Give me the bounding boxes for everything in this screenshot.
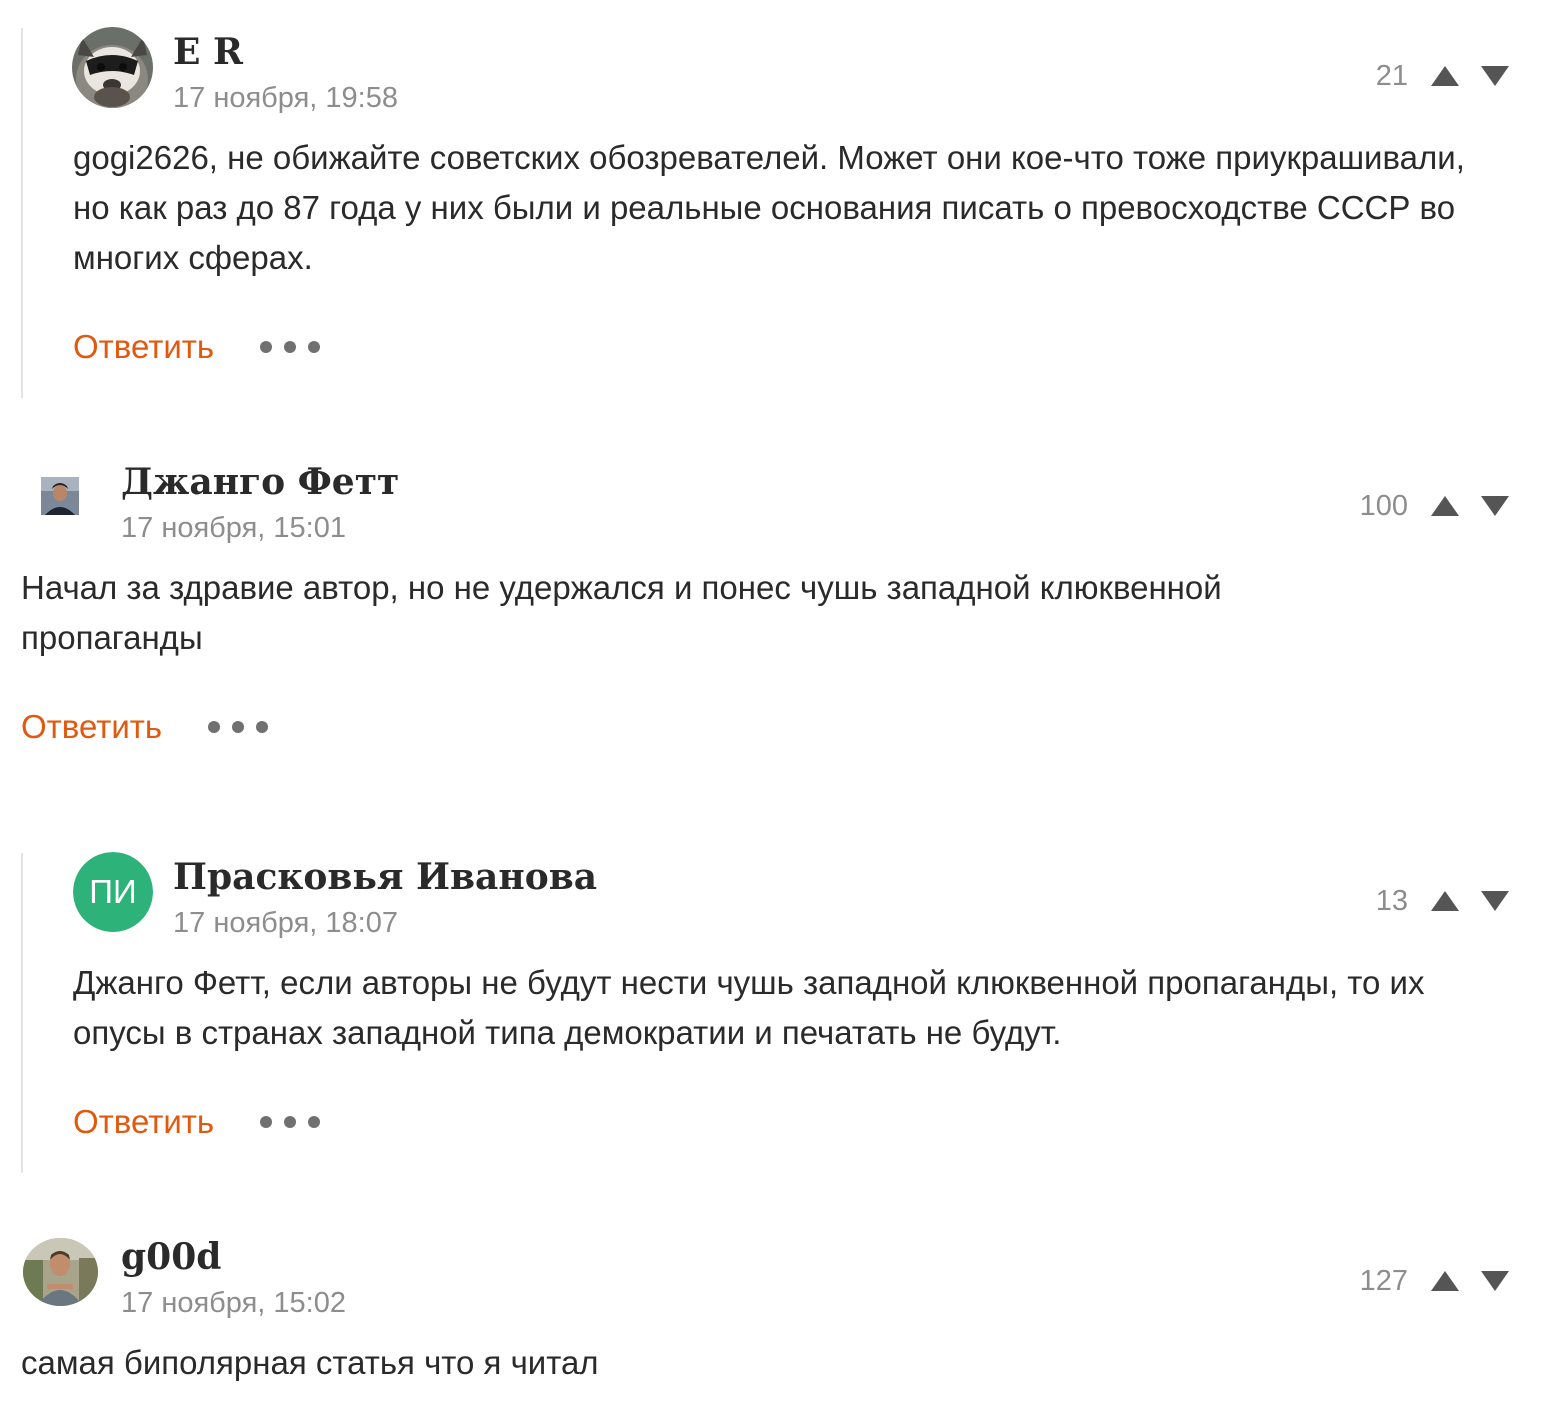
raccoon-photo-avatar-icon (72, 27, 153, 108)
vote-score: 21 (1375, 60, 1408, 92)
man-photo-avatar-icon (41, 477, 79, 515)
downvote-icon[interactable] (1480, 65, 1510, 87)
vote-score: 13 (1375, 885, 1408, 917)
comment-text: самая биполярная статья что я читал (21, 1344, 599, 1381)
upvote-icon[interactable] (1430, 890, 1460, 912)
thread-line (21, 28, 23, 398)
reply-button[interactable]: Ответить (73, 325, 214, 369)
vote-controls: 100 (1360, 486, 1510, 526)
downvote-icon[interactable] (1480, 495, 1510, 517)
comment-text: Джанго Фетт, если авторы не будут нести … (73, 964, 1434, 1051)
comment-date: 17 ноября, 15:02 (121, 1287, 346, 1319)
upvote-icon[interactable] (1430, 65, 1460, 87)
vote-score: 100 (1359, 490, 1408, 522)
avatar-initials: ПИ (73, 852, 153, 932)
author-name[interactable]: g00d (121, 1237, 221, 1277)
comment-date: 17 ноября, 19:58 (173, 82, 398, 114)
vote-score: 127 (1359, 1265, 1408, 1297)
comment-actions: Ответить (21, 705, 280, 749)
upvote-icon[interactable] (1430, 495, 1460, 517)
downvote-icon[interactable] (1480, 890, 1510, 912)
reply-button[interactable]: Ответить (21, 705, 162, 749)
downvote-icon[interactable] (1480, 1270, 1510, 1292)
comment-text: gogi2626, не обижайте советских обозрева… (73, 139, 1475, 276)
avatar[interactable] (72, 27, 153, 108)
comment-actions: Ответить (73, 325, 332, 369)
thread-line (21, 853, 23, 1173)
author-name[interactable]: E R (173, 32, 243, 72)
upvote-icon[interactable] (1430, 1270, 1460, 1292)
more-options-icon[interactable] (260, 1100, 332, 1144)
avatar[interactable] (41, 477, 79, 515)
vote-controls: 21 (1376, 56, 1510, 96)
more-options-icon[interactable] (208, 705, 280, 749)
avatar[interactable]: ПИ (73, 852, 153, 932)
man-outdoor-photo-avatar-icon (23, 1238, 98, 1306)
reply-button[interactable]: Ответить (73, 1100, 214, 1144)
vote-controls: 127 (1360, 1261, 1510, 1301)
more-options-icon[interactable] (260, 325, 332, 369)
author-name[interactable]: Джанго Фетт (121, 462, 399, 502)
author-name[interactable]: Прасковья Иванова (173, 857, 597, 897)
avatar[interactable] (23, 1238, 98, 1306)
comment-date: 17 ноября, 15:01 (121, 512, 346, 544)
comment-actions: Ответить (73, 1100, 332, 1144)
comment-text: Начал за здравие автор, но не удержался … (21, 569, 1231, 656)
comment-date: 17 ноября, 18:07 (173, 907, 398, 939)
vote-controls: 13 (1376, 881, 1510, 921)
